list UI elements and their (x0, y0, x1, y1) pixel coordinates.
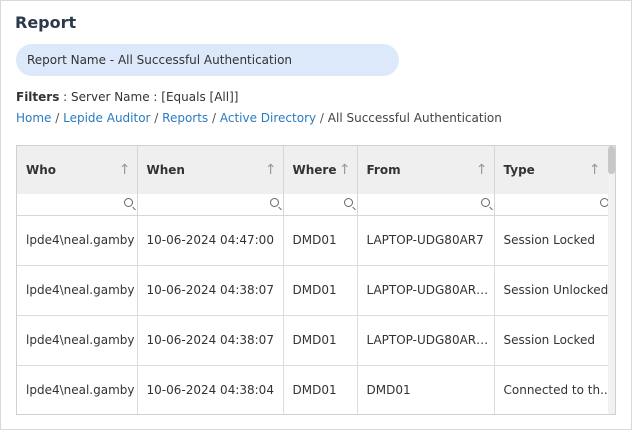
breadcrumb-separator: / (316, 111, 328, 125)
vertical-scrollbar[interactable] (608, 146, 615, 414)
breadcrumb-separator: / (150, 111, 163, 125)
cell-where: DMD01 (283, 215, 358, 266)
breadcrumb-active-directory[interactable]: Active Directory (220, 111, 316, 125)
cell-who: lpde4\neal.gamby (17, 315, 138, 366)
cell-type: Session Locked (494, 315, 614, 366)
sort-up-icon[interactable]: ↑ (476, 162, 488, 178)
column-header-type[interactable]: Type ↑ (494, 146, 614, 194)
filter-cell-type[interactable] (494, 194, 614, 216)
sort-up-icon[interactable]: ↑ (119, 162, 131, 178)
sort-up-icon[interactable]: ↑ (589, 162, 601, 178)
breadcrumb-reports[interactable]: Reports (162, 111, 208, 125)
breadcrumb: Home / Lepide Auditor / Reports / Active… (16, 111, 502, 125)
column-header-where[interactable]: Where ↑ (283, 146, 358, 194)
cell-from: LAPTOP-UDG80AR7... (357, 315, 495, 366)
cell-who: lpde4\neal.gamby (17, 365, 138, 414)
table-row[interactable]: lpde4\neal.gamby 10-06-2024 04:47:00 DMD… (17, 215, 614, 266)
filters-value: : Server Name : [Equals [All]] (59, 90, 239, 104)
cell-when: 10-06-2024 04:38:07 (137, 315, 284, 366)
column-header-when[interactable]: When ↑ (137, 146, 284, 194)
cell-where: DMD01 (283, 365, 358, 414)
search-icon[interactable] (123, 198, 133, 207)
report-panel: Report Report Name - All Successful Auth… (0, 0, 632, 430)
table-row[interactable]: lpde4\neal.gamby 10-06-2024 04:38:07 DMD… (17, 265, 614, 316)
search-icon[interactable] (480, 198, 490, 207)
page-title: Report (15, 13, 77, 32)
filter-cell-when[interactable] (137, 194, 284, 216)
cell-type: Session Locked (494, 215, 614, 266)
cell-where: DMD01 (283, 315, 358, 366)
sort-up-icon[interactable]: ↑ (265, 162, 277, 178)
breadcrumb-home[interactable]: Home (16, 111, 51, 125)
breadcrumb-current: All Successful Authentication (327, 111, 502, 125)
breadcrumb-separator: / (208, 111, 220, 125)
report-table: Who ↑ When ↑ Where ↑ From ↑ Type ↑ lpde4\neal… (17, 146, 614, 414)
filter-cell-who[interactable] (17, 194, 138, 216)
cell-from: LAPTOP-UDG80AR7 (357, 215, 495, 266)
scrollbar-thumb[interactable] (608, 146, 615, 174)
table-row[interactable]: lpde4\neal.gamby 10-06-2024 04:38:07 DMD… (17, 315, 614, 366)
sort-up-icon[interactable]: ↑ (339, 162, 351, 178)
breadcrumb-separator: / (51, 111, 64, 125)
filter-cell-from[interactable] (357, 194, 495, 216)
report-name-badge: Report Name - All Successful Authenticat… (16, 44, 399, 76)
filters-label: Filters (16, 90, 60, 104)
breadcrumb-lepide-auditor[interactable]: Lepide Auditor (63, 111, 150, 125)
search-icon[interactable] (269, 198, 279, 207)
cell-when: 10-06-2024 04:47:00 (137, 215, 284, 266)
cell-type: Session Unlocked (494, 265, 614, 316)
cell-when: 10-06-2024 04:38:04 (137, 365, 284, 414)
column-header-from[interactable]: From ↑ (357, 146, 495, 194)
table-row[interactable]: lpde4\neal.gamby 10-06-2024 04:38:04 DMD… (17, 365, 614, 414)
search-icon[interactable] (343, 198, 353, 207)
cell-from: LAPTOP-UDG80AR7... (357, 265, 495, 316)
cell-who: lpde4\neal.gamby (17, 215, 138, 266)
column-header-who[interactable]: Who ↑ (17, 146, 138, 194)
cell-who: lpde4\neal.gamby (17, 265, 138, 316)
filter-cell-where[interactable] (283, 194, 358, 216)
cell-from: DMD01 (357, 365, 495, 414)
filter-row (17, 194, 614, 216)
header-row: Who ↑ When ↑ Where ↑ From ↑ Type ↑ (17, 146, 614, 194)
report-grid: Who ↑ When ↑ Where ↑ From ↑ Type ↑ lpde4\neal… (16, 145, 616, 415)
cell-type: Connected to th... (494, 365, 614, 414)
cell-when: 10-06-2024 04:38:07 (137, 265, 284, 316)
filters-line: Filters : Server Name : [Equals [All]] (16, 90, 238, 104)
cell-where: DMD01 (283, 265, 358, 316)
